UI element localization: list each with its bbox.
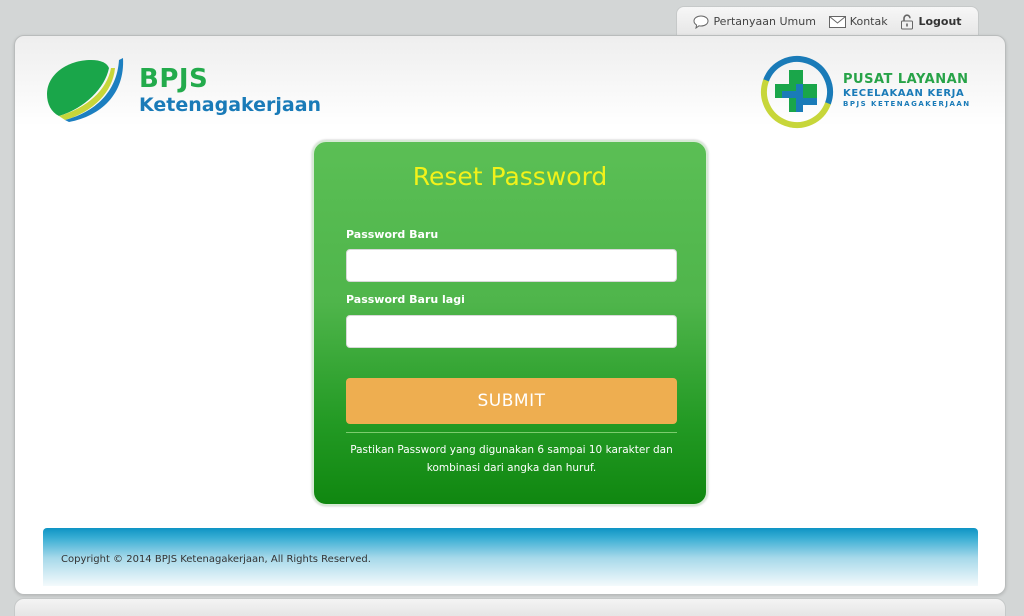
pusat-layanan-title: PUSAT LAYANAN: [843, 72, 969, 87]
logout-link-label: Logout: [918, 15, 962, 28]
copyright-text: Copyright © 2014 BPJS Ketenagakerjaan, A…: [61, 554, 371, 565]
new-password-label: Password Baru: [346, 228, 439, 241]
password-hint: Pastikan Password yang digunakan 6 sampa…: [350, 444, 673, 474]
envelope-icon: [828, 15, 846, 28]
logout-link[interactable]: Logout: [900, 13, 962, 30]
logo-text-ketenagakerjaan: Ketenagakerjaan: [139, 94, 322, 116]
medical-cross-icon: [761, 56, 833, 128]
faq-link[interactable]: Pertanyaan Umum: [693, 14, 816, 29]
contact-link-label: Kontak: [849, 15, 888, 28]
confirm-password-label: Password Baru lagi: [346, 293, 465, 306]
bpjs-leaf-icon: [47, 58, 124, 122]
confirm-password-input[interactable]: [346, 315, 677, 348]
contact-link[interactable]: Kontak: [828, 15, 888, 28]
lower-panel: [14, 598, 1006, 616]
divider: [346, 432, 677, 433]
footer: Copyright © 2014 BPJS Ketenagakerjaan, A…: [43, 528, 978, 586]
padlock-icon: [901, 13, 914, 29]
logo-text-bpjs: BPJS: [139, 64, 209, 94]
main-container: BPJS Ketenagakerjaan PUSAT LAYANAN KECEL…: [14, 35, 1006, 595]
faq-link-label: Pertanyaan Umum: [713, 15, 816, 28]
pusat-layanan-org: BPJS KETENAGAKERJAAN: [843, 100, 971, 108]
new-password-input[interactable]: [346, 249, 677, 282]
top-navigation: Pertanyaan Umum Kontak Logout: [676, 6, 979, 36]
card-title: Reset Password: [412, 162, 608, 191]
pusat-layanan-subtitle: KECELAKAAN KERJA: [843, 88, 965, 99]
bpjs-logo: BPJS Ketenagakerjaan: [43, 54, 333, 124]
pusat-layanan-logo: PUSAT LAYANAN KECELAKAAN KERJA BPJS KETE…: [759, 54, 985, 130]
reset-password-card: Reset Password Password Baru Password Ba…: [312, 140, 708, 506]
submit-button[interactable]: SUBMIT: [346, 378, 677, 424]
speech-bubble-icon: [693, 14, 709, 29]
